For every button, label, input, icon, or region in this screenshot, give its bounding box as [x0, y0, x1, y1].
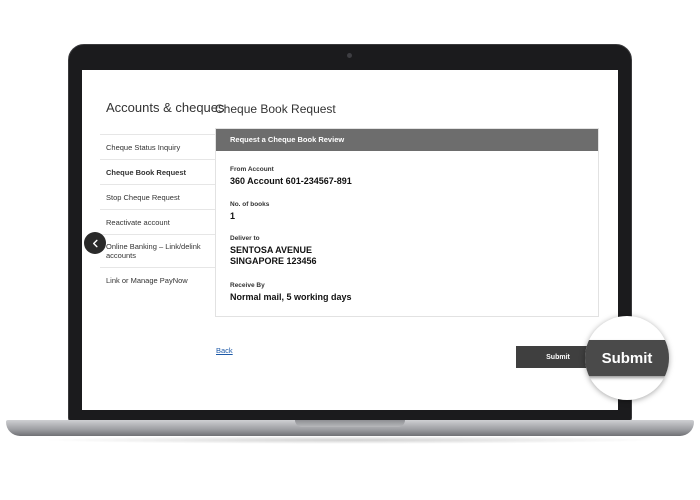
- field-label: Deliver to: [230, 235, 260, 242]
- review-panel: Request a Cheque Book Review From Accoun…: [215, 128, 599, 317]
- field-value: Normal mail, 5 working days: [230, 292, 352, 302]
- laptop-shadow: [40, 436, 660, 444]
- field-deliver-to: Deliver to SENTOSA AVENUE SINGAPORE 1234…: [230, 235, 317, 267]
- panel-header: Request a Cheque Book Review: [216, 129, 598, 151]
- sidebar-item-cheque-book-request[interactable]: Cheque Book Request: [100, 159, 234, 184]
- back-link[interactable]: Back: [216, 346, 233, 355]
- laptop-base-notch: [295, 420, 405, 427]
- field-value-line: SENTOSA AVENUE: [230, 245, 313, 255]
- camera-dot: [347, 53, 352, 58]
- sidebar-item-label: Stop Cheque Request: [106, 193, 180, 202]
- sidebar-title: Accounts & cheques: [106, 100, 225, 115]
- sidebar: Accounts & cheques Cheque Status Inquiry…: [100, 70, 234, 410]
- sidebar-item-reactivate-account[interactable]: Reactivate account: [100, 209, 234, 234]
- magnified-submit-button[interactable]: Submit: [585, 340, 669, 376]
- sidebar-item-stop-cheque-request[interactable]: Stop Cheque Request: [100, 184, 234, 209]
- sidebar-item-label: Cheque Status Inquiry: [106, 143, 181, 152]
- sidebar-collapse-button[interactable]: [84, 232, 106, 254]
- sidebar-item-label: Cheque Book Request: [106, 168, 187, 177]
- field-value: 360 Account 601-234567-891: [230, 176, 352, 186]
- sidebar-nav: Cheque Status Inquiry Cheque Book Reques…: [100, 134, 234, 292]
- laptop-screen: Accounts & cheques Cheque Status Inquiry…: [82, 70, 618, 410]
- field-label: No. of books: [230, 201, 270, 208]
- sidebar-item-paynow[interactable]: Link or Manage PayNow: [100, 267, 234, 292]
- field-receive-by: Receive By Normal mail, 5 working days: [230, 282, 352, 303]
- sidebar-item-online-banking-link[interactable]: Online Banking – Link/delink accounts: [100, 234, 234, 267]
- sidebar-item-label: Reactivate account: [106, 218, 170, 227]
- field-no-of-books: No. of books 1: [230, 201, 269, 222]
- sidebar-item-label: Link or Manage PayNow: [106, 276, 188, 285]
- field-from-account: From Account 360 Account 601-234567-891: [230, 166, 352, 187]
- sidebar-item-label: Online Banking – Link/delink accounts: [106, 242, 201, 260]
- chevron-left-icon: [92, 239, 98, 247]
- submit-magnifier: Submit: [585, 316, 669, 400]
- field-label: Receive By: [230, 282, 265, 289]
- field-label: From Account: [230, 166, 274, 173]
- page-title: Cheque Book Request: [215, 102, 336, 116]
- field-value: 1: [230, 211, 236, 221]
- sidebar-item-cheque-status-inquiry[interactable]: Cheque Status Inquiry: [100, 134, 234, 159]
- field-value-line: SINGAPORE 123456: [230, 256, 317, 266]
